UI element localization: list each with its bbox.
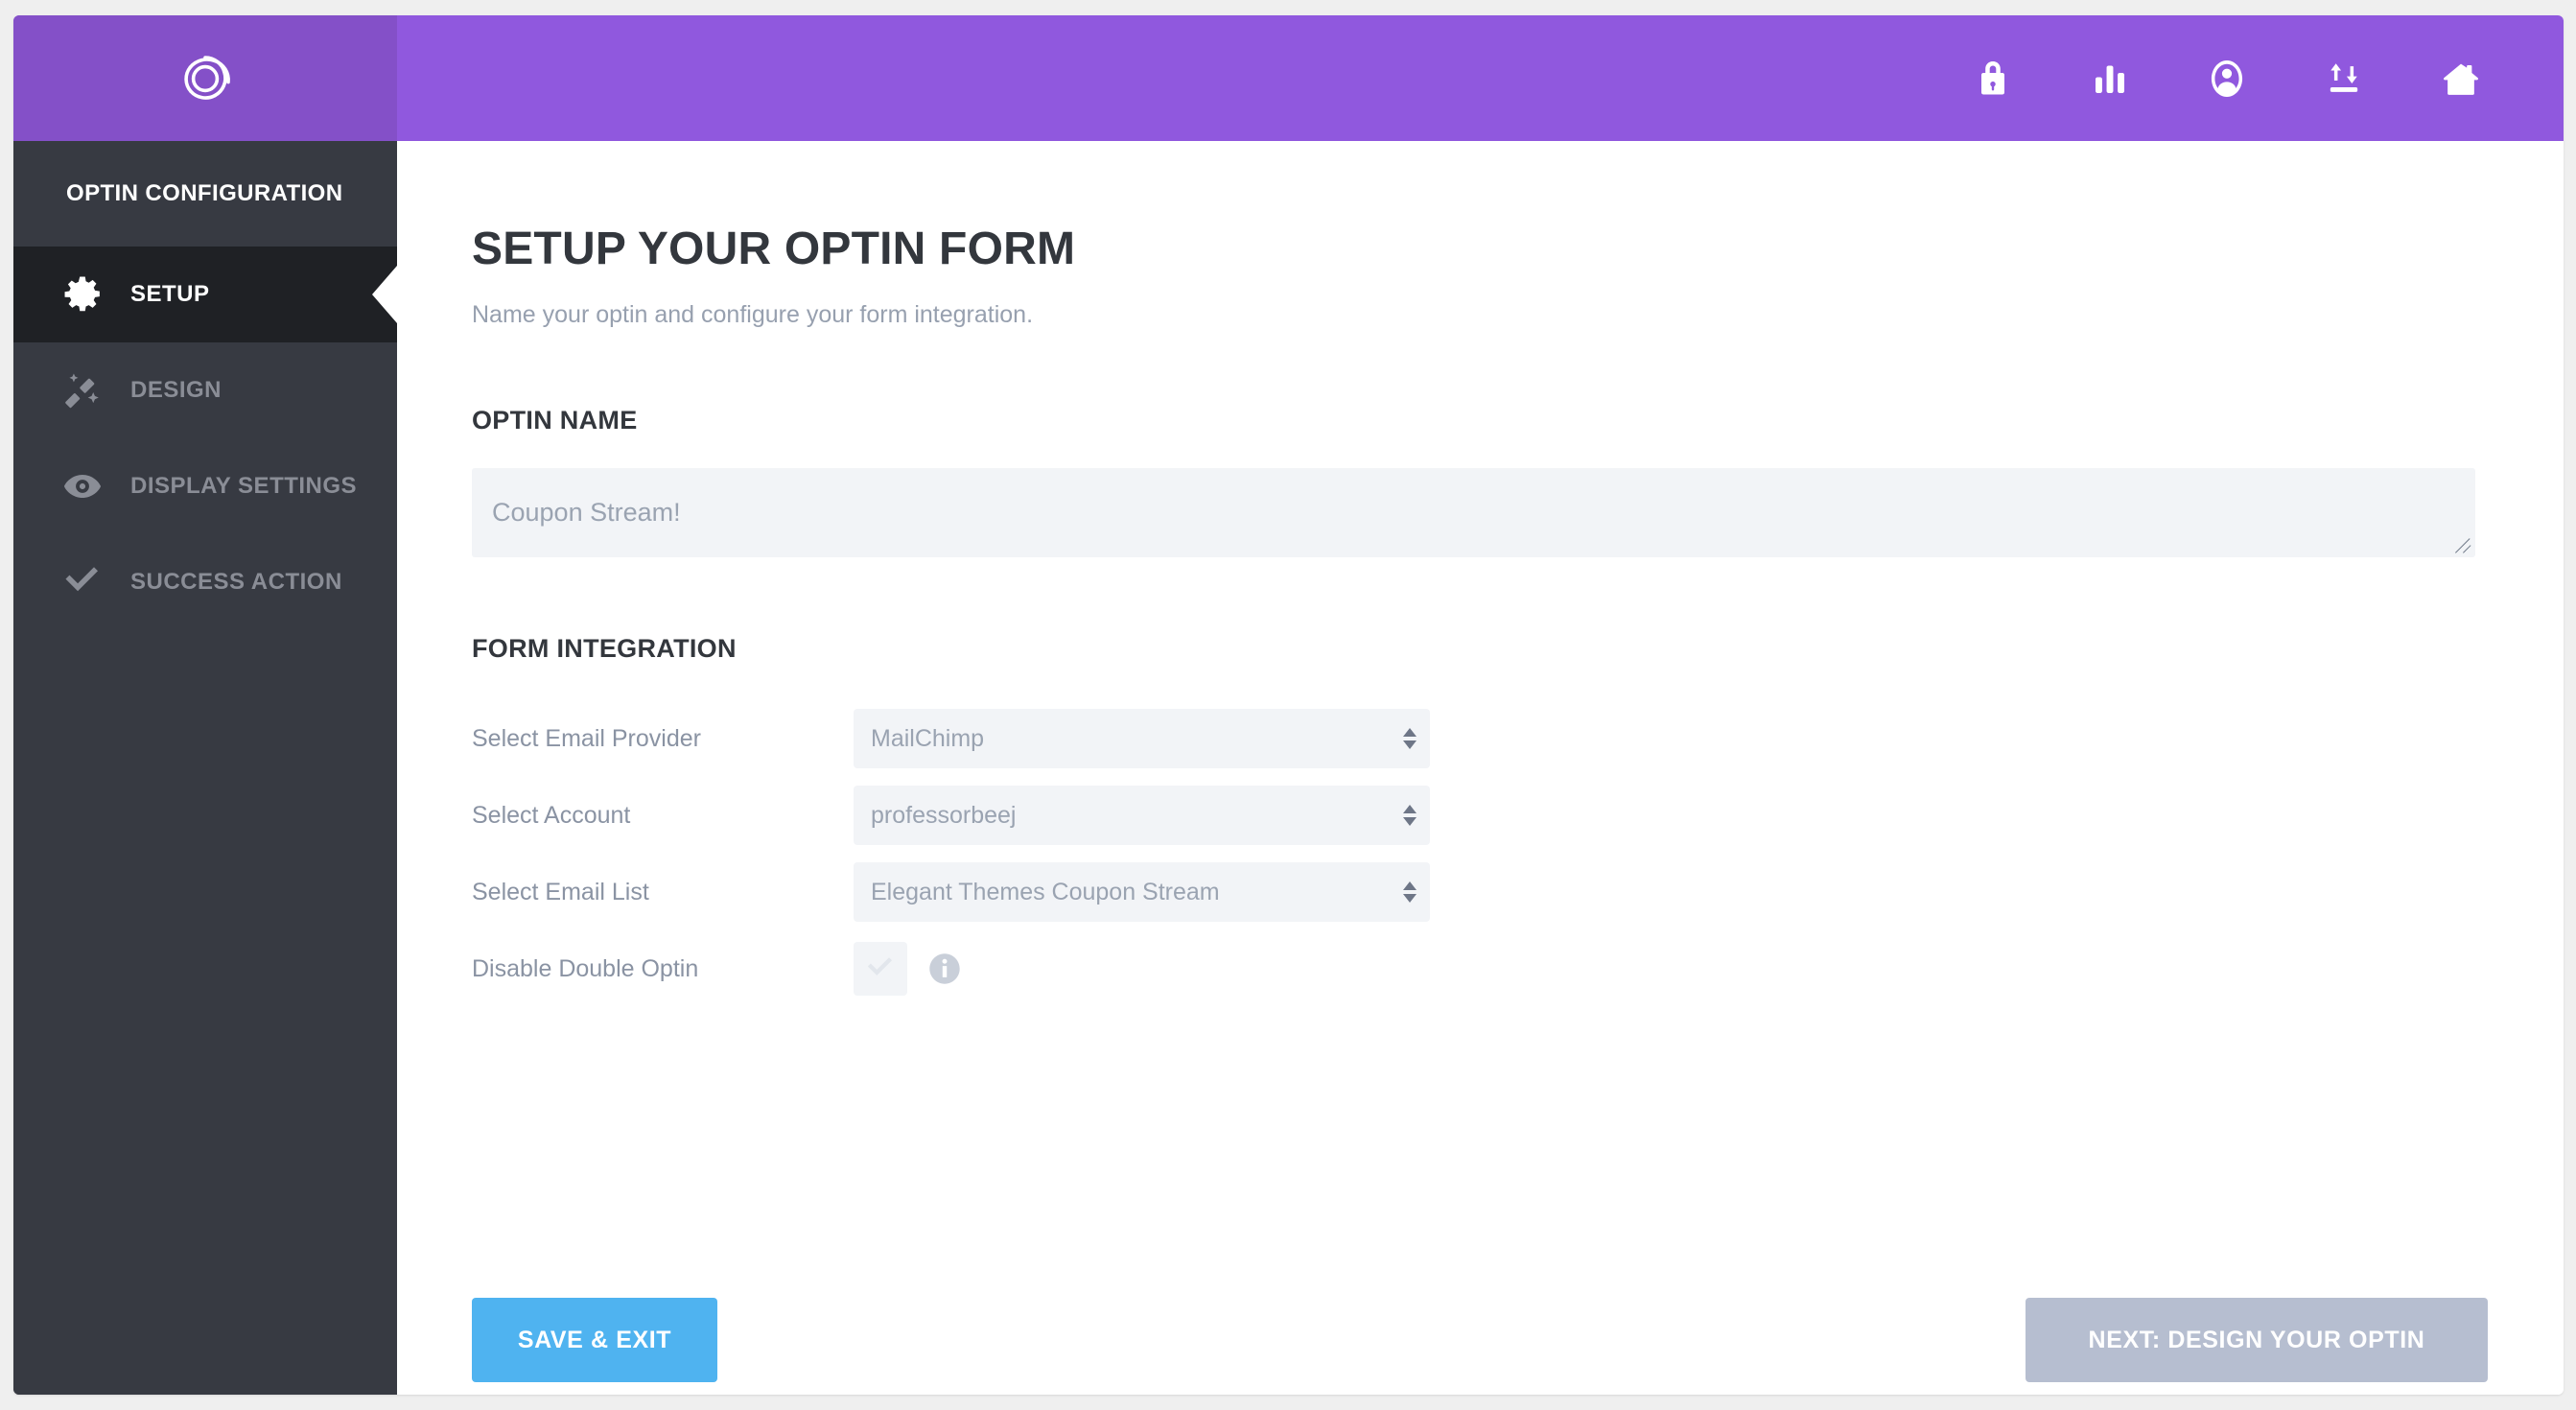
next-design-your-optin-button[interactable]: NEXT: DESIGN YOUR OPTIN: [2026, 1298, 2488, 1382]
optin-name-value: Coupon Stream!: [492, 498, 681, 528]
page-subtitle: Name your optin and configure your form …: [472, 301, 1034, 329]
sidebar: OPTIN CONFIGURATION SETUP DESIGN DISPLAY…: [13, 141, 397, 1395]
form-row-email-list: Select Email List Elegant Themes Coupon …: [472, 854, 2564, 930]
email-provider-label: Select Email Provider: [472, 724, 701, 752]
account-label: Select Account: [472, 801, 631, 829]
top-bar-spacer: [397, 15, 1972, 141]
email-list-label: Select Email List: [472, 878, 649, 905]
import-export-icon[interactable]: [2323, 58, 2365, 100]
lock-icon[interactable]: [1972, 58, 2014, 100]
optin-name-input[interactable]: Coupon Stream!: [472, 468, 2475, 558]
check-icon: [61, 561, 104, 603]
info-icon[interactable]: [928, 952, 961, 985]
app-logo[interactable]: [13, 15, 397, 141]
active-indicator-arrow: [372, 266, 397, 323]
email-provider-value: MailChimp: [871, 724, 985, 752]
form-integration-section-title: FORM INTEGRATION: [472, 634, 737, 664]
sidebar-item-success-action[interactable]: SUCCESS ACTION: [13, 534, 397, 630]
home-icon[interactable]: [2440, 58, 2482, 100]
body-wrapper: OPTIN CONFIGURATION SETUP DESIGN DISPLAY…: [13, 141, 2564, 1395]
disable-double-optin-checkbox[interactable]: [854, 942, 907, 997]
bar-chart-icon[interactable]: [2089, 58, 2131, 100]
user-circle-icon[interactable]: [2206, 58, 2248, 100]
form-row-email-provider: Select Email Provider MailChimp: [472, 700, 2564, 777]
account-select[interactable]: professorbeej: [854, 786, 1430, 846]
email-list-select[interactable]: Elegant Themes Coupon Stream: [854, 862, 1430, 923]
sidebar-item-label: DISPLAY SETTINGS: [130, 473, 358, 499]
gear-icon: [61, 273, 104, 316]
save-and-exit-button[interactable]: SAVE & EXIT: [472, 1298, 717, 1382]
eye-icon: [61, 465, 104, 507]
email-provider-select[interactable]: MailChimp: [854, 709, 1430, 769]
email-list-value: Elegant Themes Coupon Stream: [871, 878, 1220, 905]
sidebar-item-label: SUCCESS ACTION: [130, 569, 342, 595]
main-panel: SETUP YOUR OPTIN FORM Name your optin an…: [397, 141, 2564, 1395]
form-row-account: Select Account professorbeej: [472, 777, 2564, 854]
account-value: professorbeej: [871, 801, 1017, 829]
page-title: SETUP YOUR OPTIN FORM: [472, 223, 1076, 274]
sidebar-item-label: DESIGN: [130, 377, 222, 403]
chevron-updown-icon: [1403, 881, 1417, 904]
sidebar-item-setup[interactable]: SETUP: [13, 247, 397, 342]
optin-name-section-title: OPTIN NAME: [472, 406, 638, 435]
top-bar-icon-group: [1972, 15, 2564, 141]
footer-actions: SAVE & EXIT NEXT: DESIGN YOUR OPTIN: [472, 1298, 2488, 1382]
chevron-updown-icon: [1403, 728, 1417, 750]
bloom-app-window: OPTIN CONFIGURATION SETUP DESIGN DISPLAY…: [13, 15, 2564, 1395]
magic-wand-icon: [61, 369, 104, 411]
sidebar-item-display-settings[interactable]: DISPLAY SETTINGS: [13, 438, 397, 534]
chevron-updown-icon: [1403, 805, 1417, 827]
sidebar-item-design[interactable]: DESIGN: [13, 342, 397, 438]
sidebar-filler: [13, 630, 397, 1395]
top-bar: [13, 15, 2564, 141]
form-row-disable-double-optin: Disable Double Optin: [472, 930, 2564, 1007]
textarea-resize-handle[interactable]: [2455, 537, 2472, 554]
sidebar-item-label: SETUP: [130, 281, 210, 307]
checkmark-icon: [866, 954, 895, 983]
disable-double-optin-label: Disable Double Optin: [472, 954, 699, 982]
bloom-logo-icon: [175, 48, 236, 109]
form-integration-rows: Select Email Provider MailChimp Select A…: [472, 700, 2564, 1007]
sidebar-title: OPTIN CONFIGURATION: [13, 141, 397, 247]
